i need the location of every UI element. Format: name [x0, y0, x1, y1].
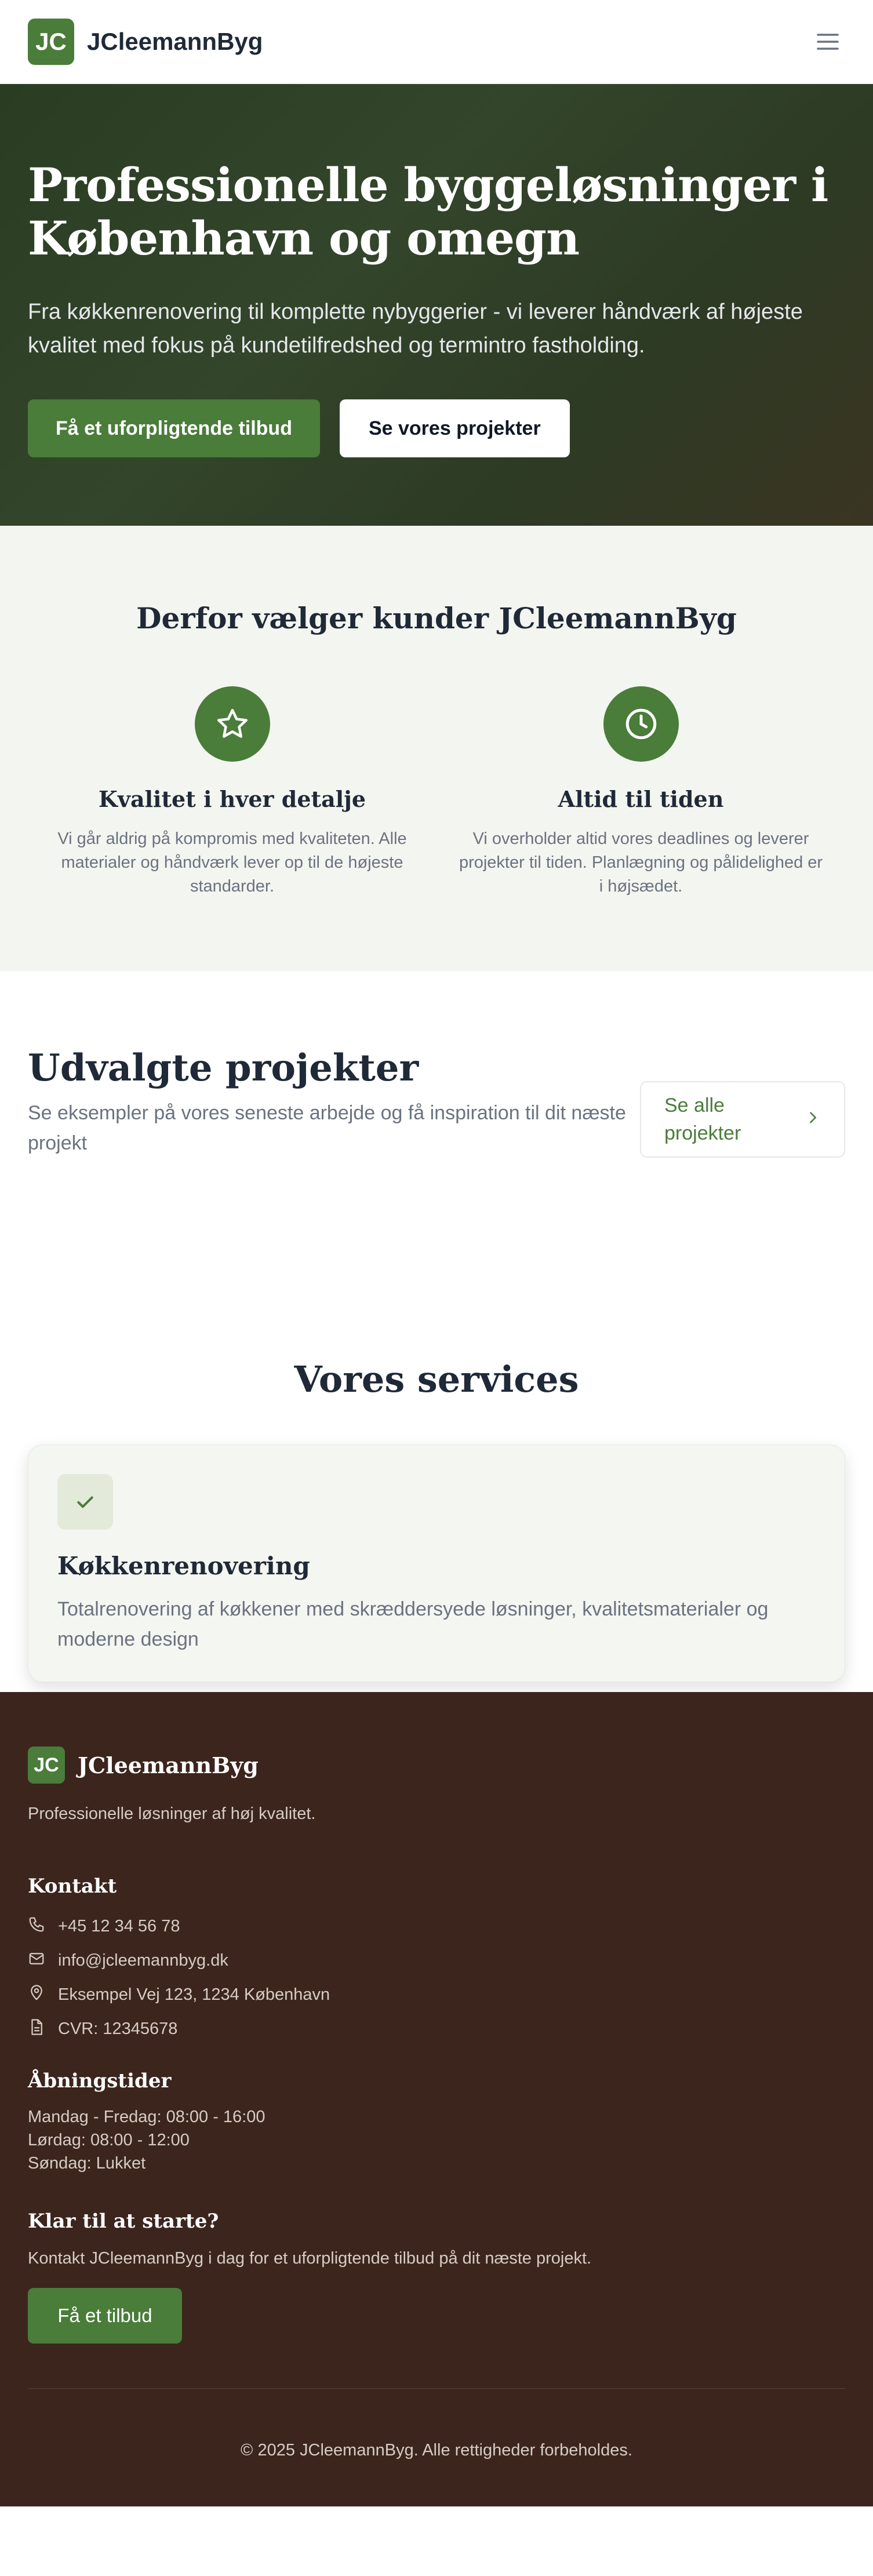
mail-icon — [28, 1950, 45, 1972]
hero-actions: Få et uforpligtende tilbud Se vores proj… — [28, 399, 845, 457]
hamburger-menu-icon[interactable] — [810, 24, 845, 59]
projects-title: Udvalgte projekter — [28, 1046, 419, 1090]
footer-get-quote-button[interactable]: Få et tilbud — [28, 2288, 182, 2344]
hero-subtitle: Fra køkkenrenovering til komplette nybyg… — [28, 300, 803, 358]
star-icon — [194, 686, 270, 762]
footer-logo-badge: JC — [28, 1747, 65, 1784]
contact-heading: Kontakt — [28, 1875, 117, 1898]
feature-list: Kvalitet i hver detalje Vi går aldrig på… — [0, 686, 873, 898]
get-quote-button[interactable]: Få et uforpligtende tilbud — [28, 399, 320, 457]
contact-address: Eksempel Vej 123, 1234 København — [28, 1978, 845, 2012]
footer-tagline: Professionelle løsninger af høj kvalitet… — [28, 1804, 316, 1823]
hero-title: Professionelle byggeløsninger i Københav… — [28, 158, 828, 265]
see-projects-button[interactable]: Se vores projekter — [339, 399, 570, 457]
footer-contact: Kontakt +45 12 34 56 78 info@jcleemannby… — [28, 1875, 845, 2046]
hours-heading: Åbningstider — [28, 2069, 172, 2093]
clock-icon — [603, 686, 679, 762]
contact-phone[interactable]: +45 12 34 56 78 — [28, 1909, 845, 1944]
cta-heading: Klar til at starte? — [28, 2210, 219, 2233]
copyright-text: © 2025 JCleemannByg. Alle rettigheder fo… — [241, 2441, 632, 2459]
footer-brand-name: JCleemannByg — [78, 1752, 259, 1778]
hours-weekdays: Mandag - Fredag: 08:00 - 16:00 — [28, 2108, 265, 2126]
why-title: Derfor vælger kunder JCleemannByg — [136, 601, 737, 635]
document-icon — [28, 2018, 45, 2040]
service-title: Køkkenrenovering — [57, 1552, 310, 1580]
feature-description: Vi går aldrig på kompromis med kvalitete… — [57, 829, 407, 896]
chevron-right-icon — [805, 1105, 821, 1133]
footer-divider — [28, 2388, 845, 2389]
projects-section: Udvalgte projekter Se eksempler på vores… — [0, 971, 873, 1307]
hours-sunday: Søndag: Lukket — [28, 2154, 146, 2173]
footer-hours: Åbningstider Mandag - Fredag: 08:00 - 16… — [28, 2069, 845, 2175]
phone-icon — [28, 1916, 45, 1938]
contact-cvr-text: CVR: 12345678 — [58, 2020, 178, 2038]
contact-address-text: Eksempel Vej 123, 1234 København — [58, 1985, 330, 2004]
site-footer: JC JCleemannByg Professionelle løsninger… — [0, 1692, 873, 2506]
service-description: Totalrenovering af køkkener med skrædder… — [57, 1598, 769, 1650]
feature-on-time: Altid til tiden Vi overholder altid vore… — [437, 686, 845, 898]
footer-brand: JC JCleemannByg — [28, 1747, 845, 1784]
site-header: JC JCleemannByg — [0, 0, 873, 84]
feature-quality: Kvalitet i hver detalje Vi går aldrig på… — [28, 686, 437, 898]
projects-heading-group: Udvalgte projekter Se eksempler på vores… — [28, 1046, 631, 1158]
hero-section: Professionelle byggeløsninger i Københav… — [0, 84, 873, 526]
contact-email-text: info@jcleemannbyg.dk — [58, 1951, 228, 1970]
brand-name: JCleemannByg — [87, 28, 263, 55]
check-icon — [57, 1474, 113, 1530]
feature-description: Vi overholder altid vores deadlines og l… — [459, 829, 823, 896]
cta-text: Kontakt JCleemannByg i dag for et uforpl… — [28, 2249, 592, 2268]
hours-list: Mandag - Fredag: 08:00 - 16:00 Lørdag: 0… — [28, 2105, 845, 2175]
footer-cta: Klar til at starte? Kontakt JCleemannByg… — [28, 2210, 845, 2344]
feature-title: Kvalitet i hver detalje — [98, 786, 366, 812]
see-all-projects-button[interactable]: Se alle projekter — [640, 1081, 845, 1158]
hours-saturday: Lørdag: 08:00 - 12:00 — [28, 2131, 190, 2149]
contact-email[interactable]: info@jcleemannbyg.dk — [28, 1944, 845, 1978]
projects-header: Udvalgte projekter Se eksempler på vores… — [28, 1046, 845, 1158]
service-card[interactable]: Køkkenrenovering Totalrenovering af køkk… — [28, 1445, 845, 1682]
brand-logo-link[interactable]: JC JCleemannByg — [28, 19, 263, 65]
logo-badge: JC — [28, 19, 74, 65]
contact-phone-text: +45 12 34 56 78 — [58, 1917, 180, 1935]
services-title: Vores services — [294, 1358, 579, 1400]
services-section: Vores services Køkkenrenovering Totalren… — [0, 1307, 873, 1692]
why-choose-section: Derfor vælger kunder JCleemannByg Kvalit… — [0, 526, 873, 971]
see-all-label: Se alle projekter — [664, 1094, 741, 1144]
projects-subtitle: Se eksempler på vores seneste arbejde og… — [28, 1102, 626, 1154]
map-pin-icon — [28, 1984, 45, 2006]
feature-title: Altid til tiden — [558, 786, 724, 812]
contact-list: +45 12 34 56 78 info@jcleemannbyg.dk Eks… — [28, 1909, 845, 2046]
contact-cvr: CVR: 12345678 — [28, 2012, 845, 2046]
